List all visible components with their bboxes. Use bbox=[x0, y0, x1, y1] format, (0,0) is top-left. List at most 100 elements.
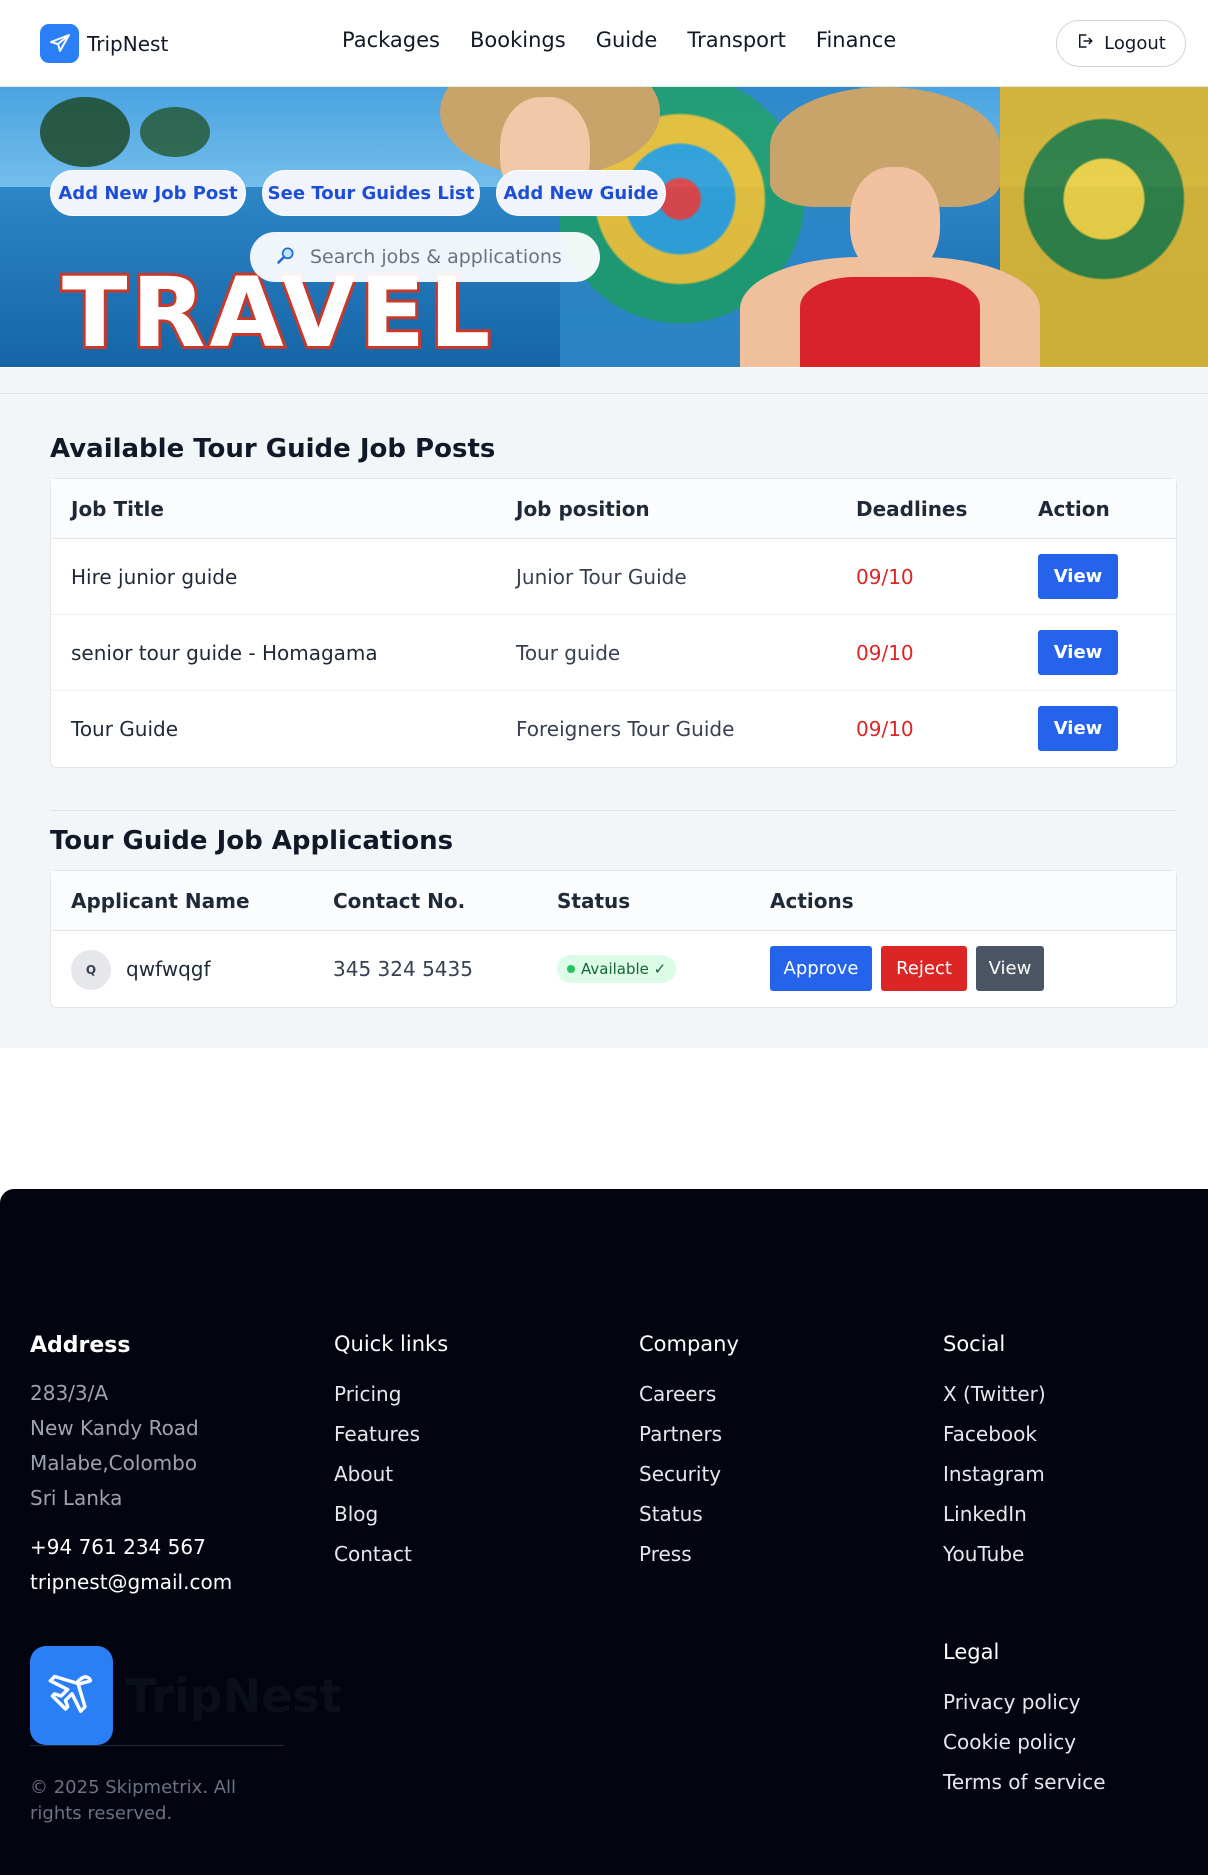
column-header: Job position bbox=[516, 497, 650, 521]
table-row: Tour Guide Foreigners Tour Guide 09/10 V… bbox=[51, 691, 1176, 767]
brand[interactable]: TripNest bbox=[40, 24, 168, 63]
address-line: Sri Lanka bbox=[30, 1486, 123, 1510]
main-content: Available Tour Guide Job Posts Job Title… bbox=[0, 368, 1208, 1048]
view-button[interactable]: View bbox=[1038, 554, 1118, 599]
copyright: © 2025 Skipmetrix. All rights reserved. bbox=[30, 1777, 237, 1824]
footer-link-instagram[interactable]: Instagram bbox=[943, 1454, 1046, 1494]
hero-figure-dress bbox=[800, 277, 980, 367]
palm-tree bbox=[40, 97, 130, 167]
footer-divider bbox=[30, 1745, 284, 1746]
table-header: Job Title Job position Deadlines Action bbox=[51, 479, 1176, 539]
column-header: Action bbox=[1038, 497, 1110, 521]
footer-email[interactable]: tripnest@gmail.com bbox=[30, 1565, 232, 1600]
deadline-cell: 09/10 bbox=[856, 641, 914, 665]
logout-icon bbox=[1076, 32, 1094, 55]
status-text: Available ✓ bbox=[581, 960, 667, 978]
nav-finance[interactable]: Finance bbox=[816, 28, 896, 52]
hero-banner: TRAVEL Add New Job Post See Tour Guides … bbox=[0, 87, 1208, 367]
footer-link-youtube[interactable]: YouTube bbox=[943, 1534, 1046, 1574]
avatar: Q bbox=[71, 950, 111, 990]
nav-bookings[interactable]: Bookings bbox=[470, 28, 566, 52]
footer-link-x[interactable]: X (Twitter) bbox=[943, 1374, 1046, 1414]
search-icon bbox=[276, 245, 296, 270]
footer-link-contact[interactable]: Contact bbox=[334, 1534, 448, 1574]
divider bbox=[0, 393, 1208, 394]
section-divider bbox=[50, 810, 1177, 811]
search-placeholder: Search jobs & applications bbox=[310, 246, 562, 268]
footer-link-pricing[interactable]: Pricing bbox=[334, 1374, 448, 1414]
applications-table: Applicant Name Contact No. Status Action… bbox=[50, 870, 1177, 1008]
job-posts-table: Job Title Job position Deadlines Action … bbox=[50, 478, 1177, 768]
footer-link-cookie[interactable]: Cookie policy bbox=[943, 1722, 1106, 1762]
airplane-icon bbox=[30, 1646, 113, 1745]
footer-address: Address 283/3/A New Kandy Road Malabe,Co… bbox=[30, 1333, 232, 1600]
add-new-guide-button[interactable]: Add New Guide bbox=[496, 170, 666, 216]
footer-logo-name: TripNest bbox=[125, 1668, 342, 1723]
footer-social: Social X (Twitter) Facebook Instagram Li… bbox=[943, 1332, 1046, 1574]
footer-link-facebook[interactable]: Facebook bbox=[943, 1414, 1046, 1454]
add-new-job-post-button[interactable]: Add New Job Post bbox=[50, 170, 246, 216]
footer-link-terms[interactable]: Terms of service bbox=[943, 1762, 1106, 1802]
deadline-cell: 09/10 bbox=[856, 717, 914, 741]
nav-packages[interactable]: Packages bbox=[342, 28, 440, 52]
applications-title: Tour Guide Job Applications bbox=[50, 826, 454, 856]
column-header: Actions bbox=[770, 889, 854, 913]
footer: Address 283/3/A New Kandy Road Malabe,Co… bbox=[0, 1189, 1208, 1875]
footer-link-privacy[interactable]: Privacy policy bbox=[943, 1682, 1106, 1722]
job-posts-title: Available Tour Guide Job Posts bbox=[50, 434, 496, 464]
address-line: Malabe,Colombo bbox=[30, 1451, 198, 1475]
footer-link-linkedin[interactable]: LinkedIn bbox=[943, 1494, 1046, 1534]
footer-link-press[interactable]: Press bbox=[639, 1534, 739, 1574]
column-header: Job Title bbox=[71, 497, 164, 521]
palm-tree bbox=[140, 107, 210, 157]
reject-button[interactable]: Reject bbox=[881, 946, 967, 991]
logout-label: Logout bbox=[1104, 33, 1166, 54]
applicant-name-cell: qwfwqgf bbox=[126, 957, 211, 981]
footer-link-careers[interactable]: Careers bbox=[639, 1374, 739, 1414]
approve-button[interactable]: Approve bbox=[770, 946, 872, 991]
footer-link-about[interactable]: About bbox=[334, 1454, 448, 1494]
footer-heading: Social bbox=[943, 1332, 1006, 1356]
footer-link-status[interactable]: Status bbox=[639, 1494, 739, 1534]
footer-quick-links: Quick links Pricing Features About Blog … bbox=[334, 1332, 448, 1574]
footer-link-security[interactable]: Security bbox=[639, 1454, 739, 1494]
top-navbar: TripNest Packages Bookings Guide Transpo… bbox=[0, 0, 1208, 87]
footer-link-blog[interactable]: Blog bbox=[334, 1494, 448, 1534]
status-dot-icon bbox=[567, 965, 575, 973]
column-header: Applicant Name bbox=[71, 889, 250, 913]
column-header: Status bbox=[557, 889, 631, 913]
footer-heading: Company bbox=[639, 1332, 739, 1356]
footer-heading: Legal bbox=[943, 1640, 1000, 1664]
logout-button[interactable]: Logout bbox=[1056, 20, 1186, 67]
job-position-cell: Foreigners Tour Guide bbox=[516, 717, 735, 741]
nav-guide[interactable]: Guide bbox=[596, 28, 658, 52]
footer-company: Company Careers Partners Security Status… bbox=[639, 1332, 739, 1574]
column-header: Deadlines bbox=[856, 497, 968, 521]
table-row: Hire junior guide Junior Tour Guide 09/1… bbox=[51, 539, 1176, 615]
footer-heading: Address bbox=[30, 1333, 131, 1358]
address-line: New Kandy Road bbox=[30, 1416, 199, 1440]
nav-transport[interactable]: Transport bbox=[687, 28, 786, 52]
main-nav: Packages Bookings Guide Transport Financ… bbox=[342, 28, 896, 52]
view-button[interactable]: View bbox=[1038, 706, 1118, 751]
contact-cell: 345 324 5435 bbox=[333, 957, 473, 981]
hero-figure-face bbox=[850, 167, 940, 277]
see-tour-guides-list-button[interactable]: See Tour Guides List bbox=[262, 170, 480, 216]
table-row: Q qwfwqgf 345 324 5435 Available ✓ Appro… bbox=[51, 931, 1176, 1007]
view-button[interactable]: View bbox=[1038, 630, 1118, 675]
job-title-cell: Hire junior guide bbox=[71, 565, 238, 589]
footer-phone[interactable]: +94 761 234 567 bbox=[30, 1530, 232, 1565]
column-header: Contact No. bbox=[333, 889, 466, 913]
deadline-cell: 09/10 bbox=[856, 565, 914, 589]
footer-logo[interactable]: TripNest bbox=[30, 1646, 342, 1745]
job-position-cell: Tour guide bbox=[516, 641, 621, 665]
job-position-cell: Junior Tour Guide bbox=[516, 565, 687, 589]
search-input[interactable]: Search jobs & applications bbox=[250, 232, 600, 282]
view-application-button[interactable]: View bbox=[976, 946, 1044, 991]
status-badge: Available ✓ bbox=[557, 955, 677, 983]
address-line: 283/3/A bbox=[30, 1381, 109, 1405]
footer-link-features[interactable]: Features bbox=[334, 1414, 448, 1454]
airplane-icon bbox=[40, 24, 79, 63]
footer-link-partners[interactable]: Partners bbox=[639, 1414, 739, 1454]
footer-legal: Legal Privacy policy Cookie policy Terms… bbox=[943, 1640, 1106, 1802]
